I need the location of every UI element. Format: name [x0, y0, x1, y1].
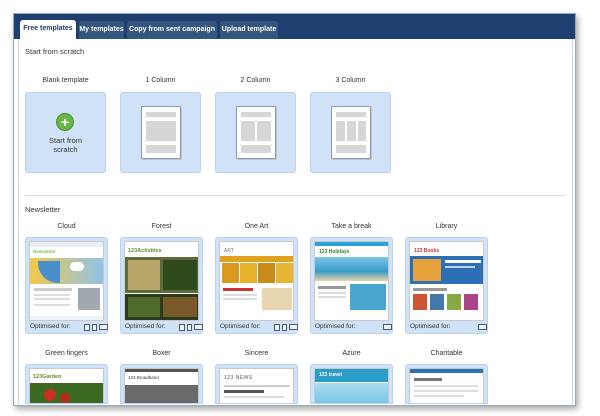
phone-icon: [187, 324, 192, 331]
blank-template-label: Blank template: [42, 77, 89, 84]
desktop-icon: [99, 324, 108, 330]
template-card-sincere[interactable]: 123 NEWS: [215, 364, 298, 404]
two-column-layout-icon: [236, 106, 276, 159]
template-card-charitable[interactable]: [405, 364, 488, 404]
cloud-brand-text: Newsletter: [33, 249, 56, 254]
optimised-for-label-one-art: Optimised for:: [220, 323, 261, 330]
tab-upload-template[interactable]: Upload template: [220, 21, 278, 39]
tablet-icon: [84, 324, 90, 331]
three-column-label: 3 Column: [335, 77, 366, 84]
template-card-take-a-break[interactable]: 123 Holidays Optimised for:: [310, 237, 393, 334]
desktop-icon: [478, 324, 487, 330]
template-name-cloud: Cloud: [57, 223, 76, 230]
two-column-label: 2 Column: [240, 77, 271, 84]
template-thumbnail-cloud: Newsletter: [29, 241, 104, 321]
optimised-for-label-take-a-break: Optimised for:: [315, 323, 356, 330]
section-divider: [25, 195, 566, 196]
template-name-take-a-break: Take a break: [331, 223, 372, 230]
template-name-green-fingers: Green fingers: [45, 350, 88, 357]
template-name-one-art: One Art: [244, 223, 269, 230]
azure-brand-text: 123 travel: [319, 372, 343, 378]
optimised-for-label-forest: Optimised for:: [125, 323, 166, 330]
optimised-for-label-library: Optimised for:: [410, 323, 451, 330]
section-title-newsletter: Newsletter: [25, 205, 61, 214]
tab-my-templates[interactable]: My templates: [79, 21, 124, 39]
template-name-library: Library: [435, 223, 458, 230]
sincere-brand-text: 123 NEWS: [224, 375, 253, 381]
tab-copy-from-sent-campaign[interactable]: Copy from sent campaign: [127, 21, 217, 39]
boxer-brand-text: 123 Broadband: [128, 375, 159, 380]
template-thumbnail-boxer: 123 Broadband: [124, 368, 199, 403]
template-thumbnail-library: 123 Books: [409, 241, 484, 321]
optimised-for-label: Optimised for:: [30, 323, 71, 330]
template-card-forest[interactable]: 123Activities Optimised for:: [120, 237, 203, 334]
template-thumbnail-green-fingers: 123Garden: [29, 368, 104, 403]
template-thumbnail-charitable: [409, 368, 484, 403]
tablet-icon: [274, 324, 280, 331]
scratch-line: scratch: [53, 145, 78, 154]
start-from-scratch-text: Start from scratch: [26, 136, 105, 154]
section-title-scratch: Start from scratch: [25, 47, 85, 56]
tab-free-templates[interactable]: Free templates: [20, 20, 76, 39]
three-column-card[interactable]: [310, 92, 391, 173]
one-column-label: 1 Column: [145, 77, 176, 84]
template-thumbnail-take-a-break: 123 Holidays: [314, 241, 389, 321]
template-thumbnail-azure: 123 travel: [314, 368, 389, 403]
take-a-break-brand-text: 123 Holidays: [319, 249, 350, 255]
forest-brand-text: 123Activities: [128, 248, 162, 254]
plus-icon: +: [56, 113, 74, 131]
phone-icon: [282, 324, 287, 331]
blank-template-card[interactable]: + Start from scratch: [25, 92, 106, 173]
template-name-charitable: Charitable: [430, 350, 463, 357]
template-card-cloud[interactable]: Newsletter Optimised for:: [25, 237, 108, 334]
one-column-layout-icon: [141, 106, 181, 159]
template-name-forest: Forest: [151, 223, 172, 230]
one-art-brand-text: ART: [224, 248, 234, 254]
tab-bar: Free templates My templates Copy from se…: [14, 14, 575, 39]
template-thumbnail-sincere: 123 NEWS: [219, 368, 294, 403]
template-thumbnail-forest: 123Activities: [124, 241, 199, 321]
tablet-icon: [179, 324, 185, 331]
three-column-layout-icon: [331, 106, 371, 159]
green-fingers-brand-text: 123Garden: [33, 374, 62, 380]
one-column-card[interactable]: [120, 92, 201, 173]
template-card-one-art[interactable]: ART Optimised for:: [215, 237, 298, 334]
template-card-library[interactable]: 123 Books Optimised for:: [405, 237, 488, 334]
phone-icon: [92, 324, 97, 331]
template-chooser-window: Free templates My templates Copy from se…: [13, 13, 576, 406]
start-from-line: Start from: [49, 136, 82, 145]
desktop-icon: [383, 324, 392, 330]
template-name-boxer: Boxer: [152, 350, 171, 357]
desktop-icon: [194, 324, 203, 330]
library-brand-text: 123 Books: [414, 248, 440, 254]
desktop-icon: [289, 324, 298, 330]
template-name-sincere: Sincere: [244, 350, 269, 357]
template-card-green-fingers[interactable]: 123Garden: [25, 364, 108, 404]
template-thumbnail-one-art: ART: [219, 241, 294, 321]
template-card-boxer[interactable]: 123 Broadband: [120, 364, 203, 404]
templates-panel: Start from scratch Blank template + Star…: [18, 39, 573, 405]
template-name-azure: Azure: [342, 350, 361, 357]
template-card-azure[interactable]: 123 travel: [310, 364, 393, 404]
two-column-card[interactable]: [215, 92, 296, 173]
